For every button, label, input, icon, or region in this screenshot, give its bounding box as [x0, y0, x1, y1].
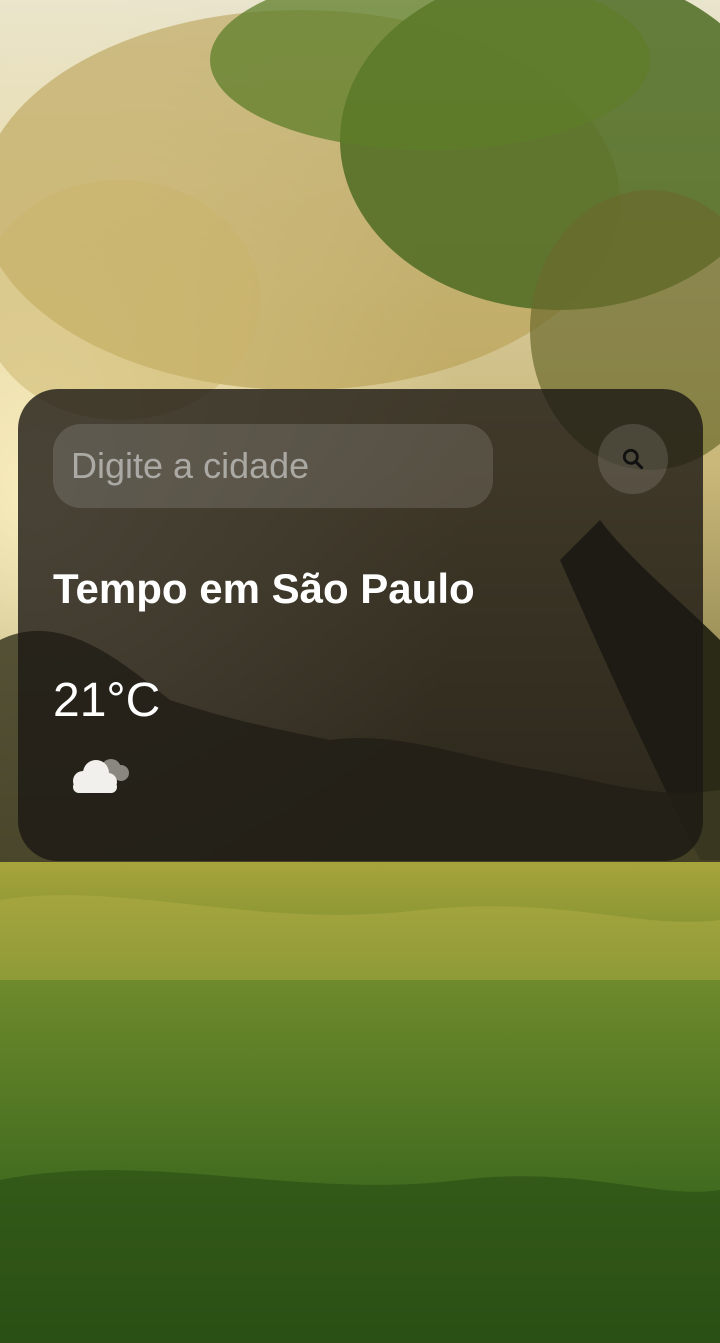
weather-card: Tempo em São Paulo 21°C [18, 389, 703, 861]
search-button[interactable] [598, 424, 668, 494]
search-icon [622, 448, 644, 470]
temperature-value: 21°C [53, 674, 161, 727]
cloudy-icon [73, 759, 129, 793]
city-title: Tempo em São Paulo [53, 565, 475, 612]
city-search-input[interactable] [53, 424, 493, 508]
